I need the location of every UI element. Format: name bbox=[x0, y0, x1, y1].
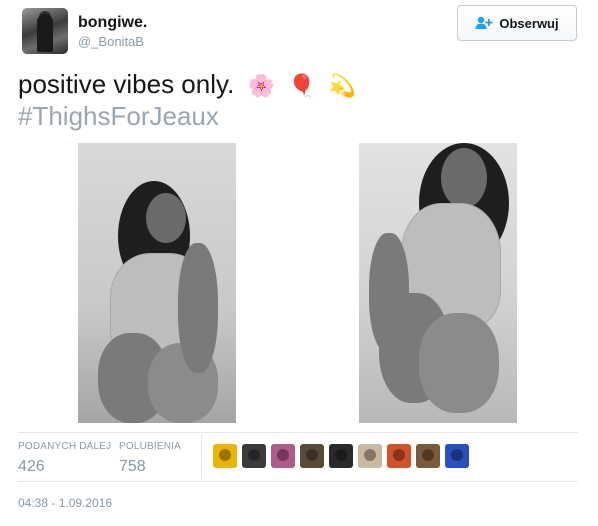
display-name[interactable]: bongiwe. bbox=[78, 14, 147, 32]
tweet-photo-right[interactable] bbox=[359, 143, 517, 423]
tweet-text: positive vibes only. 🌸 🎈 💫 bbox=[18, 68, 356, 102]
retweets-count: 426 bbox=[18, 458, 45, 475]
stats-separator bbox=[201, 434, 202, 480]
liker-avatar[interactable] bbox=[387, 444, 411, 468]
likes-count: 758 bbox=[119, 458, 146, 475]
likers-avatars bbox=[213, 444, 469, 468]
liker-avatar[interactable] bbox=[300, 444, 324, 468]
divider bbox=[18, 481, 578, 482]
follow-button-label: Obserwuj bbox=[499, 15, 559, 31]
arm-shape bbox=[178, 243, 218, 373]
liker-avatar[interactable] bbox=[271, 444, 295, 468]
dizzy-star-emoji: 💫 bbox=[328, 73, 357, 99]
user-handle[interactable]: @_BonitaB bbox=[78, 34, 144, 49]
balloon-emoji: 🎈 bbox=[288, 73, 316, 99]
liker-avatar[interactable] bbox=[445, 444, 469, 468]
follow-user-icon bbox=[475, 16, 493, 30]
avatar[interactable] bbox=[22, 8, 68, 54]
tweet-photo-left[interactable] bbox=[78, 143, 236, 423]
avatar-figure-shape bbox=[37, 14, 53, 52]
likes-stat[interactable]: POLUBIENIA 758 bbox=[119, 441, 181, 476]
hashtag-link[interactable]: #ThighsForJeaux bbox=[18, 100, 219, 132]
liker-avatar[interactable] bbox=[242, 444, 266, 468]
follow-button[interactable]: Obserwuj bbox=[457, 5, 577, 41]
face-shape bbox=[441, 148, 487, 208]
timestamp[interactable]: 04:38 - 1.09.2016 bbox=[18, 496, 112, 510]
liker-avatar[interactable] bbox=[213, 444, 237, 468]
arm-shape bbox=[369, 233, 409, 353]
face-shape bbox=[146, 193, 186, 243]
likes-label: POLUBIENIA bbox=[119, 441, 182, 452]
retweets-stat[interactable]: PODANYCH DALEJ 426 bbox=[18, 441, 111, 476]
cherry-blossom-emoji: 🌸 bbox=[247, 73, 275, 99]
retweets-label: PODANYCH DALEJ bbox=[18, 441, 112, 452]
liker-avatar[interactable] bbox=[416, 444, 440, 468]
liker-avatar[interactable] bbox=[358, 444, 382, 468]
thigh-shape bbox=[419, 313, 499, 413]
tweet-text-body: positive vibes only. bbox=[18, 69, 235, 99]
liker-avatar[interactable] bbox=[329, 444, 353, 468]
divider bbox=[18, 432, 578, 433]
